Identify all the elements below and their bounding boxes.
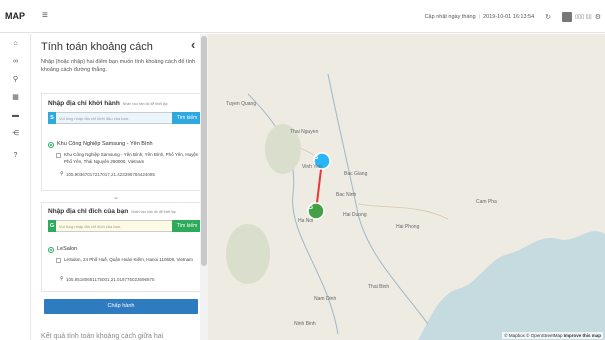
icon-rail: ⌂ ∞ ⚲ ▦ ▬ ⋲ ? xyxy=(0,34,31,340)
start-result[interactable]: Khu Công Nghiệp Samsung - Yên Bình Khu C… xyxy=(48,141,202,187)
map-label: Vinh Yen xyxy=(302,164,322,170)
map-label: Hai Duong xyxy=(343,212,367,218)
top-bar: MAP ≡ Cập nhật ngày tháng | 2019-10-01 1… xyxy=(0,0,605,33)
start-heading-text: Nhập địa chỉ khởi hành xyxy=(48,100,120,107)
dest-result-name: LeSalon xyxy=(57,246,78,252)
panel-scroll-thumb[interactable] xyxy=(201,36,207,266)
start-hint: Nhấn vào bản đồ để thiết lập xyxy=(122,102,168,106)
gear-icon[interactable]: ⚙ xyxy=(595,13,601,21)
dest-hint: Nhấn vào bản đồ để thiết lập xyxy=(131,210,176,214)
dest-result-coords: 105.85180681175001,21.018775023696875 xyxy=(66,277,155,282)
start-result-radio[interactable] xyxy=(48,142,54,148)
map-view[interactable]: Tuyen Quang Thai Nguyen Vinh Yen Bac Gia… xyxy=(208,34,605,340)
divider: | xyxy=(478,14,481,20)
top-bar-right: Cập nhật ngày tháng | 2019-10-01 16:13:5… xyxy=(425,12,601,22)
map-canvas[interactable] xyxy=(208,34,605,340)
map-label: Cam Pha xyxy=(476,199,497,205)
chevron-down-icon: ⌄ xyxy=(113,194,119,201)
dest-result-address: LeSalon, 24 Phố Huế, Quận Hoàn Kiếm, Han… xyxy=(64,257,193,262)
refresh-icon[interactable]: ↻ xyxy=(545,13,551,21)
start-address-input[interactable]: Vui lòng nhập địa chỉ khởi đầu của bạn. xyxy=(56,112,172,124)
calculator-icon[interactable]: ▦ xyxy=(0,93,31,103)
map-label: Bac Ninh xyxy=(336,192,357,198)
dest-result-checkbox[interactable] xyxy=(56,258,61,263)
app-logo[interactable]: MAP xyxy=(5,11,25,21)
update-label: Cập nhật ngày tháng xyxy=(424,14,476,20)
dest-search-button[interactable]: Tìm kiếm xyxy=(172,220,202,232)
user-name[interactable]: ▯▯▯ ▯▯ xyxy=(575,14,592,20)
start-address-card: Nhập địa chỉ khởi hành Nhấn vào bản đồ để… xyxy=(41,93,202,191)
map-label: Ninh Binh xyxy=(294,321,316,327)
improve-map-link[interactable]: Improve this map xyxy=(564,333,601,338)
binoculars-icon[interactable]: ∞ xyxy=(0,57,31,67)
panel-title: Tính toán khoảng cách xyxy=(41,41,153,53)
execute-button[interactable]: Chấp hành xyxy=(44,299,198,314)
share-icon[interactable]: ⋲ xyxy=(0,129,31,139)
start-result-name: Khu Công Nghiệp Samsung - Yên Bình xyxy=(57,141,153,147)
dest-heading: Nhập địa chỉ đích của bạn Nhấn vào bản đồ… xyxy=(48,208,176,215)
map-label: Bac Giang xyxy=(344,171,368,177)
start-result-address: Khu Công Nghiệp Samsung - Yên Bình, Yên … xyxy=(64,152,199,164)
dest-address-input[interactable]: Vui lòng nhập địa chỉ đích của bạn. xyxy=(56,220,172,232)
dest-search-row: G Vui lòng nhập địa chỉ đích của bạn. Tì… xyxy=(48,220,202,232)
start-result-coords: 105.90367017217017,21.423395784424095 xyxy=(66,172,155,177)
end-marker-label: G xyxy=(308,204,314,211)
distance-panel: Tính toán khoảng cách ‹ Nhập (hoặc nhập)… xyxy=(31,34,208,340)
hamburger-icon[interactable]: ≡ xyxy=(42,10,48,21)
dest-result[interactable]: LeSalon LeSalon, 24 Phố Huế, Quận Hoàn K… xyxy=(48,246,202,289)
map-label: Ha Noi xyxy=(298,218,314,224)
home-icon[interactable]: ⌂ xyxy=(0,39,31,49)
start-search-row: S Vui lòng nhập địa chỉ khởi đầu của bạn… xyxy=(48,112,202,124)
map-label: Hai Phong xyxy=(396,224,420,230)
attribution-text: © Mapbox © OpenStreetMap xyxy=(504,333,563,338)
truck-icon[interactable]: ▬ xyxy=(0,111,31,121)
search-icon[interactable]: ⚲ xyxy=(0,75,31,85)
dest-tag: G xyxy=(48,220,56,232)
map-pin-icon: ⚲ xyxy=(60,171,64,177)
start-tag: S xyxy=(48,112,56,124)
help-icon[interactable]: ? xyxy=(0,151,31,161)
dest-address-card: Nhập địa chỉ đích của bạn Nhấn vào bản đồ… xyxy=(41,202,202,292)
map-label: Nam Dinh xyxy=(314,296,337,302)
map-label: Tuyen Quang xyxy=(226,101,257,107)
map-pin-icon: ⚲ xyxy=(60,276,64,282)
start-marker-label: S xyxy=(314,154,319,161)
start-search-button[interactable]: Tìm kiếm xyxy=(172,112,202,124)
result-heading: Kết quả tính toán khoảng cách giữa hai xyxy=(41,333,164,340)
start-heading: Nhập địa chỉ khởi hành Nhấn vào bản đồ để… xyxy=(48,100,168,107)
forest-area xyxy=(226,224,270,284)
avatar[interactable] xyxy=(562,12,573,22)
dest-result-radio[interactable] xyxy=(48,247,54,253)
update-time: 2019-10-01 16:13:54 xyxy=(483,14,535,20)
dest-heading-text: Nhập địa chỉ đích của bạn xyxy=(48,208,129,215)
start-result-checkbox[interactable] xyxy=(56,153,61,158)
chevron-left-icon[interactable]: ‹ xyxy=(191,37,195,52)
panel-description: Nhập (hoặc nhập) hai điểm bạn muốn tính … xyxy=(41,59,196,73)
map-attribution: © Mapbox © OpenStreetMap Improve this ma… xyxy=(502,332,603,339)
map-label: Thai Nguyen xyxy=(290,129,319,135)
map-label: Thai Binh xyxy=(368,284,390,290)
